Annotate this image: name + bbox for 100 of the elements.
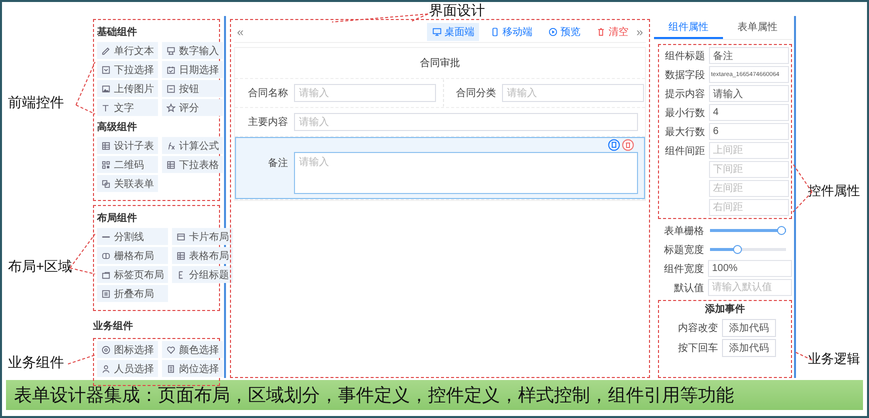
component-item[interactable]: 按钮 [162,80,223,97]
component-item[interactable]: 日期选择 [162,61,223,78]
input-field[interactable]: 100% [708,260,792,277]
pencil-icon [101,46,111,56]
group-title: 布局组件 [97,212,138,225]
selected-form-item[interactable]: 备注 请输入 [235,137,645,199]
input-field[interactable]: 请输入 [294,84,436,102]
tab[interactable]: 组件属性 [654,16,723,39]
component-item[interactable]: 上传图片 [97,80,158,97]
toolbar-button[interactable]: 移动端 [485,23,538,41]
table-icon [166,160,176,170]
property-label: 标题宽度 [663,244,705,256]
text-icon [101,102,111,112]
component-item[interactable]: 文字 [97,99,158,116]
input-field[interactable]: 4 [709,104,789,121]
input-field[interactable]: 右间距 [709,199,789,216]
field-label: 合同名称 [247,87,289,100]
monitor-icon [432,27,442,37]
add-code-button[interactable]: 添加代码 [722,319,776,337]
collapse-left-button[interactable]: « [234,25,247,39]
person-icon [101,364,111,374]
property-label: 默认值 [673,282,705,294]
tab[interactable]: 表单属性 [723,16,792,39]
component-item[interactable]: 标签页布局 [97,266,168,283]
slider[interactable] [710,226,786,235]
collapse-icon [101,288,111,298]
component-item[interactable]: 下拉选择 [97,61,158,78]
component-item[interactable]: 颜色选择 [162,341,223,358]
component-item[interactable]: 人员选择 [97,360,158,377]
collapse-right-button[interactable]: » [633,25,646,39]
toolbar-button[interactable]: 预览 [543,23,586,41]
input-field[interactable]: 左间距 [709,180,789,197]
form-item[interactable]: 主要内容 请输入 [235,108,645,136]
property-label: 组件标题 [664,50,706,62]
group-title: 业务组件 [93,320,134,333]
component-item[interactable]: 下拉表格 [162,156,223,173]
component-item[interactable]: 分割线 [97,228,168,245]
textarea-field[interactable]: 请输入 [294,152,638,194]
component-item[interactable]: 二维码 [97,156,158,173]
formula-icon [166,140,176,150]
input-field[interactable]: 请输入 [709,85,789,102]
component-item[interactable]: 计算公式 [162,137,223,154]
event-label: 按下回车 [677,342,719,355]
component-item[interactable]: 单行文本 [97,42,158,59]
input-field[interactable]: 下间距 [709,161,789,178]
trash-icon [596,27,606,37]
component-item[interactable]: 卡片布局 [172,228,233,245]
phone-icon [490,27,500,37]
property-label: 表单栅格 [663,224,705,238]
form-title: 合同审批 [235,48,645,79]
input-field[interactable]: 请输入默认值 [708,279,792,296]
component-item[interactable]: 评分 [162,99,223,116]
annotation-label: 布局+区域 [8,258,72,276]
slider-thumb[interactable] [777,226,786,235]
add-code-button[interactable]: 添加代码 [722,339,776,357]
input-field[interactable]: 请输入 [502,84,644,102]
delete-icon[interactable] [622,139,634,151]
field-label: 合同分类 [455,86,497,100]
dropdown-icon [101,64,111,74]
table-icon [101,140,111,150]
slider-thumb[interactable] [733,245,742,254]
property-label: 最大行数 [664,126,706,138]
input-field[interactable]: 6 [709,123,789,140]
component-item[interactable]: 关联表单 [97,175,158,192]
component-item[interactable]: 设计子表 [97,137,158,154]
group-title: 高级组件 [97,120,138,134]
component-item[interactable]: 岗位选择 [162,360,223,377]
field-label: 备注 [267,156,289,170]
button-icon [166,84,176,94]
annotation-label: 控件属性 [808,182,860,200]
play-icon [548,27,558,37]
annotation-label: 前端控件 [8,94,64,112]
component-item[interactable]: 数字输入 [162,42,223,59]
component-item[interactable]: 栅格布局 [97,247,168,264]
property-label: 最小行数 [664,106,706,120]
image-icon [101,84,111,94]
input-field[interactable]: 备注 [709,47,789,64]
grid-icon [101,250,111,260]
calendar-icon [166,64,176,74]
property-label: 组件宽度 [663,262,705,276]
table-icon [176,250,186,260]
form-item[interactable]: 合同名称 请输入 [235,79,443,107]
qrcode-icon [101,160,111,170]
component-item[interactable]: 折叠布局 [97,285,168,302]
component-item[interactable]: 分组标题 [172,266,233,283]
toolbar-button[interactable]: 桌面端 [427,23,480,41]
group-title: 基础组件 [97,26,138,39]
copy-icon[interactable] [608,139,620,151]
clear-button[interactable]: 清空 [591,23,634,41]
property-label: 组件间距 [664,144,706,158]
annotation-label: 业务逻辑 [808,350,860,368]
input-field[interactable]: 请输入 [294,113,638,131]
component-item[interactable]: 图标选择 [97,341,158,358]
component-item[interactable]: 表格布局 [172,247,233,264]
form-item[interactable]: 合同分类 请输入 [443,79,651,107]
input-field[interactable]: 上间距 [709,142,789,159]
circle-icon [101,344,111,354]
caption-banner: 表单设计器集成：页面布局，区域划分，事件定义，控件定义，样式控制，组件引用等功能 [6,380,863,410]
property-label: 提示内容 [664,88,706,100]
annotation-label: 界面设计 [429,2,485,20]
